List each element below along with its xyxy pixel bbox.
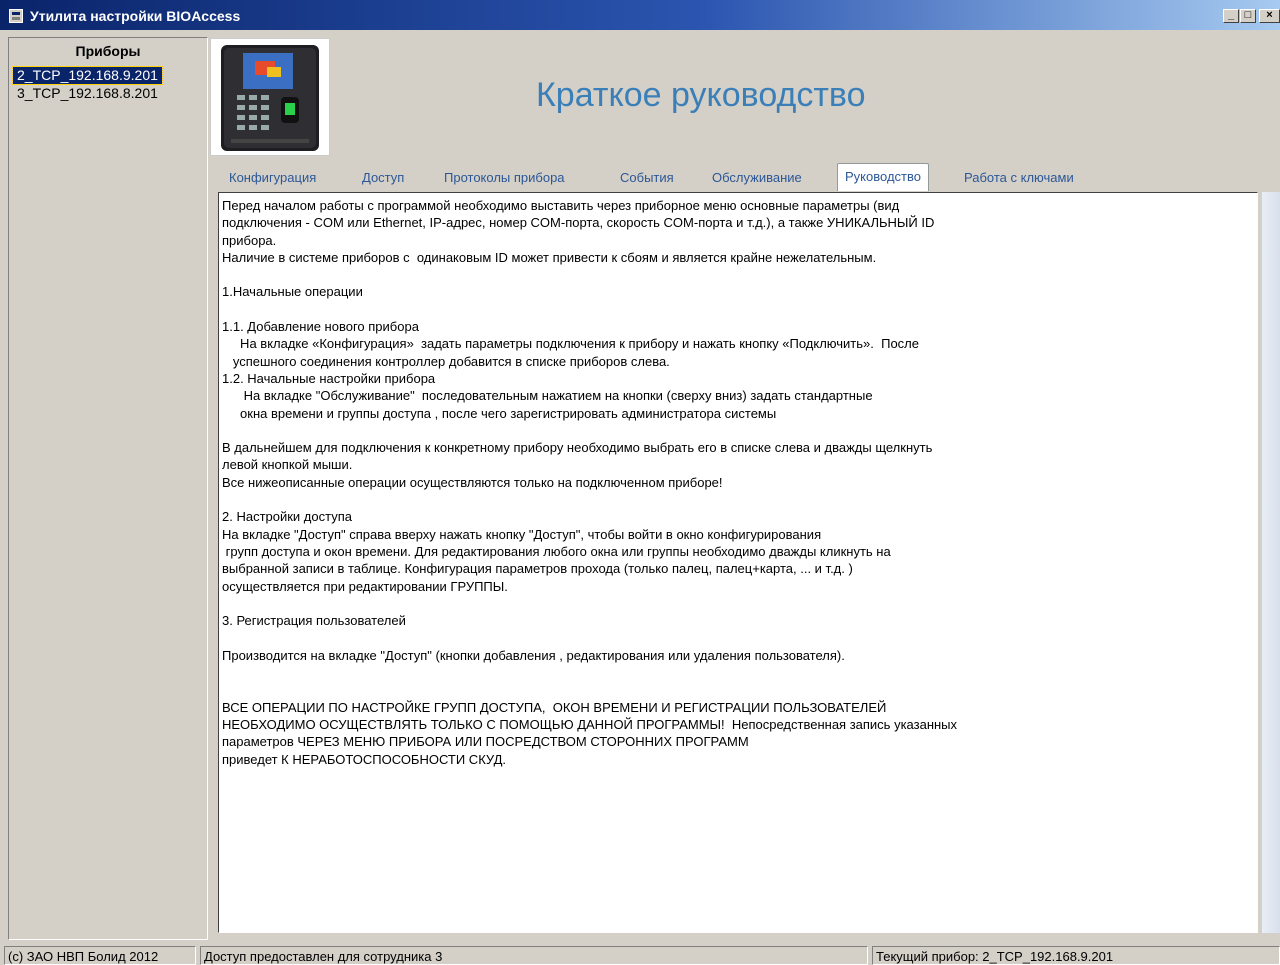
maximize-button[interactable]: □ (1240, 9, 1256, 23)
guide-line: Все нижеописанные операции осуществляютс… (222, 474, 723, 490)
status-access: Доступ предоставлен для сотрудника 3 (200, 946, 868, 965)
guide-line (222, 595, 1254, 612)
guide-line: параметров ЧЕРЕЗ МЕНЮ ПРИБОРА ИЛИ ПОСРЕД… (222, 734, 749, 750)
status-copyright: (c) ЗАО НВП Болид 2012 (4, 946, 196, 965)
tab-configuration[interactable]: Конфигурация (221, 165, 324, 191)
guide-line: групп доступа и окон времени. Для редакт… (222, 543, 891, 559)
guide-line: прибора. (222, 232, 277, 248)
guide-line: ВСЕ ОПЕРАЦИИ ПО НАСТРОЙКЕ ГРУПП ДОСТУПА,… (222, 699, 887, 715)
page-title: Краткое руководство (536, 76, 866, 114)
tab-access[interactable]: Доступ (354, 165, 412, 191)
guide-line: В дальнейшем для подключения к конкретно… (222, 440, 933, 456)
tab-bar: Конфигурация Доступ Протоколы прибора Со… (213, 163, 1263, 191)
tab-keys[interactable]: Работа с ключами (956, 165, 1082, 191)
guide-line: На вкладке "Обслуживание" последовательн… (222, 388, 873, 404)
guide-line: На вкладке «Конфигурация» задать парамет… (222, 336, 919, 352)
guide-line: осуществляется при редактировании ГРУППЫ… (222, 578, 508, 594)
device-image (210, 38, 330, 156)
guide-line: подключения - COM или Ethernet, IP-адрес… (222, 215, 935, 231)
guide-line: выбранной записи в таблице. Конфигурация… (222, 561, 853, 577)
tab-guide[interactable]: Руководство (837, 163, 929, 191)
device-list-panel: Приборы 2_TCP_192.168.9.201 3_TCP_192.16… (8, 37, 208, 940)
guide-line: 1.1. Добавление нового прибора (222, 319, 419, 335)
app-icon (9, 9, 23, 23)
guide-line (222, 491, 1254, 508)
status-bar: (c) ЗАО НВП Болид 2012 Доступ предоставл… (0, 944, 1280, 965)
guide-line: левой кнопкой мыши. (222, 457, 353, 473)
device-item[interactable]: 3_TCP_192.168.8.201 (13, 85, 162, 102)
guide-line: приведет К НЕРАБОТОСПОСОБНОСТИ СКУД. (222, 751, 507, 767)
guide-line: 2. Настройки доступа (222, 509, 352, 525)
tab-device-protocols[interactable]: Протоколы прибора (436, 165, 573, 191)
guide-line: Наличие в системе приборов с одинаковым … (222, 249, 877, 265)
title-bar: Утилита настройки BIOAccess _ □ × (0, 0, 1280, 30)
guide-line (222, 422, 1254, 439)
device-item[interactable]: 2_TCP_192.168.9.201 (12, 66, 163, 85)
guide-line (222, 629, 1254, 646)
guide-text-area[interactable]: Перед началом работы с программой необхо… (218, 192, 1258, 933)
close-button[interactable]: × (1259, 9, 1280, 23)
guide-line: 1.2. Начальные настройки прибора (222, 370, 436, 386)
guide-line (222, 681, 1254, 698)
guide-line (222, 266, 1254, 283)
guide-line: НЕОБХОДИМО ОСУЩЕСТВЛЯТЬ ТОЛЬКО С ПОМОЩЬЮ… (222, 716, 958, 732)
guide-line: На вкладке "Доступ" справа вверху нажать… (222, 526, 822, 542)
device-list-header: Приборы (75, 43, 141, 59)
guide-line: 1.Начальные операции (222, 284, 363, 300)
tab-events[interactable]: События (612, 165, 682, 191)
tab-maintenance[interactable]: Обслуживание (704, 165, 810, 191)
window-title: Утилита настройки BIOAccess (30, 8, 241, 24)
guide-line: 3. Регистрация пользователей (222, 613, 406, 629)
guide-line: окна времени и группы доступа , после че… (222, 405, 777, 421)
status-current-device: Текущий прибор: 2_TCP_192.168.9.201 (872, 946, 1280, 965)
guide-line: успешного соединения контроллер добавитс… (222, 353, 670, 369)
guide-line (222, 301, 1254, 318)
guide-line (222, 664, 1254, 681)
scroll-edge (1262, 192, 1280, 933)
minimize-button[interactable]: _ (1223, 9, 1239, 23)
guide-line: Перед началом работы с программой необхо… (222, 198, 900, 213)
fingerprint-terminal-icon (211, 39, 329, 155)
guide-line: Производится на вкладке "Доступ" (кнопки… (222, 647, 845, 663)
